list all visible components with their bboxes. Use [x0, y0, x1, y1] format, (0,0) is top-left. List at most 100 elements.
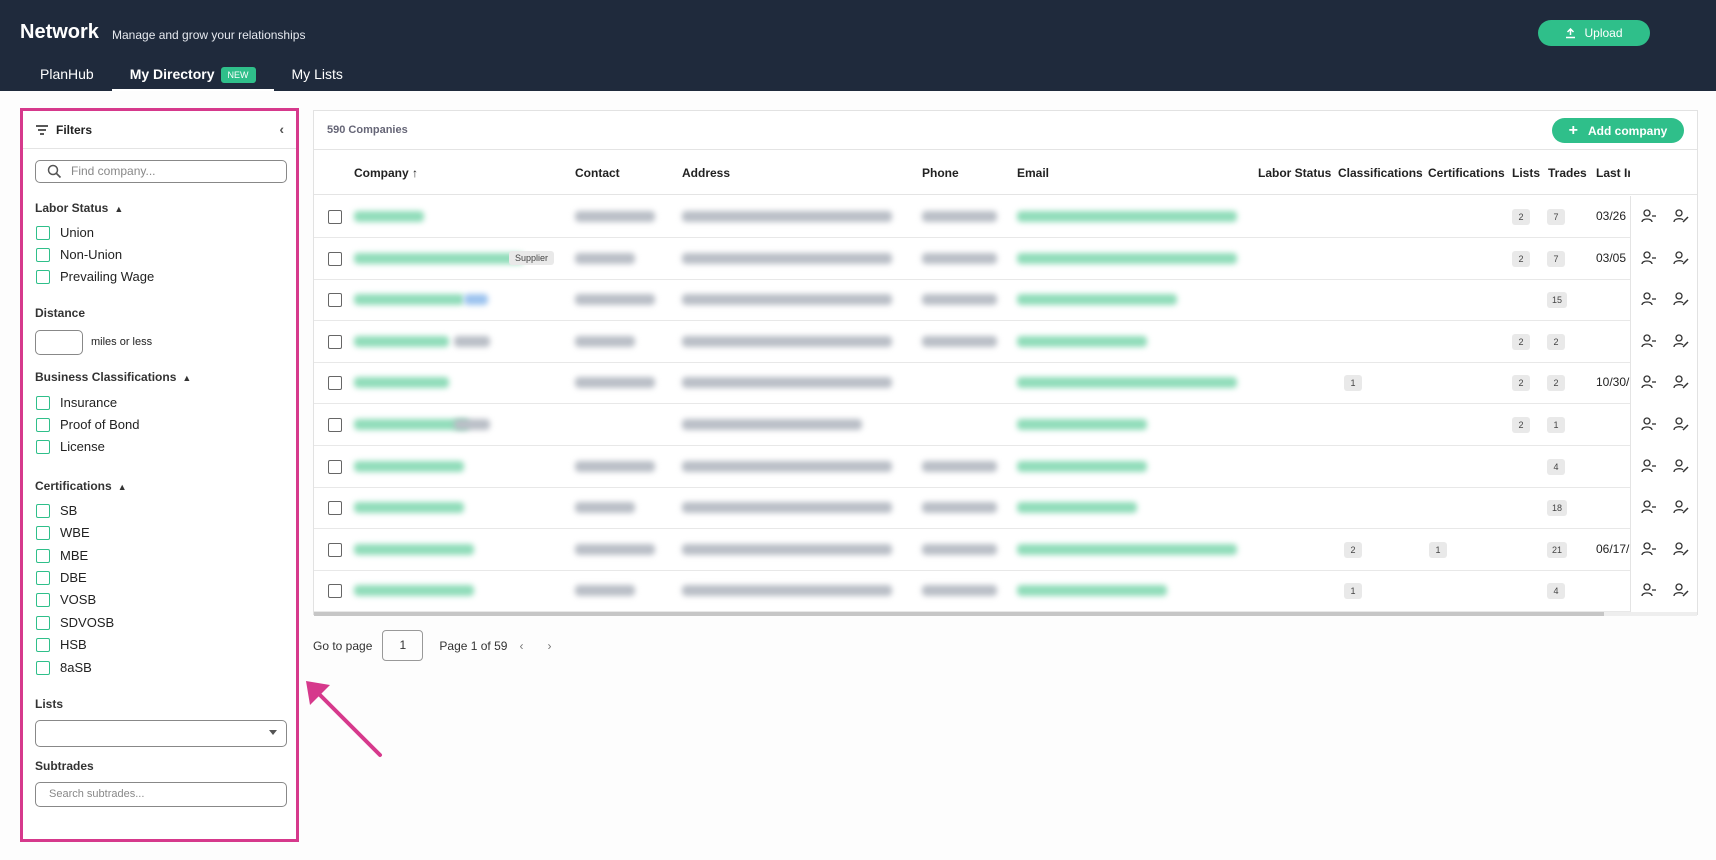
row-checkbox[interactable] [328, 334, 342, 349]
email-blurred[interactable] [1017, 460, 1147, 472]
col-trades[interactable]: Trades [1548, 166, 1587, 180]
company-name-blurred[interactable] [354, 460, 464, 472]
business-classifications-label[interactable]: Business Classifications ▲ [35, 370, 191, 384]
row-checkbox[interactable] [328, 210, 342, 224]
prevailing-wage-checkbox[interactable]: Prevailing Wage [36, 269, 154, 284]
distance-input[interactable] [35, 330, 83, 355]
table-row[interactable]: 14 [314, 570, 1697, 613]
union-checkbox[interactable]: Union [36, 225, 94, 240]
8asb-checkbox[interactable]: 8aSB [36, 660, 92, 675]
edit-contact-icon[interactable] [1673, 334, 1689, 348]
email-blurred[interactable] [1017, 252, 1237, 264]
email-blurred[interactable] [1017, 543, 1237, 555]
upload-button[interactable]: Upload [1538, 20, 1650, 46]
table-row[interactable]: 1 2 2 10/30/ [314, 362, 1697, 405]
find-company-input[interactable]: Find company... [35, 160, 287, 183]
col-company[interactable]: Company ↑ [354, 166, 418, 180]
checkbox-box[interactable] [36, 660, 50, 675]
checkbox-box[interactable] [36, 395, 50, 410]
checkbox-box[interactable] [36, 525, 50, 540]
email-blurred[interactable] [1017, 502, 1137, 514]
company-name-blurred[interactable] [354, 335, 449, 347]
checkbox-box[interactable] [36, 417, 50, 432]
remove-contact-icon[interactable] [1641, 583, 1657, 597]
remove-contact-icon[interactable] [1641, 334, 1657, 348]
checkbox-box[interactable] [36, 269, 50, 284]
scrollbar-thumb[interactable] [314, 612, 1604, 616]
table-row[interactable]: 15 [314, 279, 1697, 322]
page-number-input[interactable]: 1 [382, 630, 424, 661]
next-page-icon[interactable]: › [547, 639, 551, 653]
company-name-blurred[interactable] [354, 585, 474, 597]
email-blurred[interactable] [1017, 377, 1237, 389]
sdvosb-checkbox[interactable]: SDVOSB [36, 615, 114, 630]
row-checkbox[interactable] [328, 542, 342, 557]
subtrades-search-input[interactable]: Search subtrades... [35, 782, 287, 807]
remove-contact-icon[interactable] [1641, 500, 1657, 514]
row-checkbox[interactable] [328, 376, 342, 391]
row-checkbox[interactable] [328, 501, 342, 516]
company-name-blurred[interactable] [354, 419, 469, 430]
company-name-blurred[interactable] [354, 211, 424, 222]
col-email[interactable]: Email [1017, 166, 1049, 180]
add-company-button[interactable]: + Add company [1552, 118, 1684, 143]
checkbox-box[interactable] [36, 570, 50, 585]
edit-contact-icon[interactable] [1673, 375, 1689, 389]
row-checkbox[interactable] [328, 251, 342, 266]
mbe-checkbox[interactable]: MBE [36, 548, 88, 563]
sb-checkbox[interactable]: SB [36, 503, 77, 518]
edit-contact-icon[interactable] [1673, 583, 1689, 597]
col-last-interaction[interactable]: Last In [1596, 166, 1630, 180]
row-checkbox[interactable] [328, 293, 342, 308]
email-blurred[interactable] [1017, 211, 1237, 222]
edit-contact-icon[interactable] [1673, 417, 1689, 431]
company-name-blurred[interactable] [354, 502, 464, 514]
col-labor-status[interactable]: Labor Status [1258, 166, 1331, 180]
tab-planhub[interactable]: PlanHub [22, 62, 112, 91]
checkbox-box[interactable] [36, 247, 50, 262]
license-checkbox[interactable]: License [36, 439, 105, 454]
checkbox-box[interactable] [36, 503, 50, 518]
remove-contact-icon[interactable] [1641, 292, 1657, 306]
remove-contact-icon[interactable] [1641, 250, 1657, 265]
row-checkbox[interactable] [328, 418, 342, 432]
checkbox-box[interactable] [36, 592, 50, 607]
col-lists[interactable]: Lists [1512, 166, 1540, 180]
certifications-label[interactable]: Certifications ▲ [35, 479, 127, 493]
company-name-blurred[interactable] [354, 294, 464, 306]
checkbox-box[interactable] [36, 637, 50, 652]
row-checkbox[interactable] [328, 459, 342, 474]
dbe-checkbox[interactable]: DBE [36, 570, 87, 585]
row-checkbox[interactable] [328, 584, 342, 599]
company-name-blurred[interactable] [354, 543, 474, 555]
table-row[interactable]: 18 [314, 487, 1697, 530]
col-phone[interactable]: Phone [922, 166, 959, 180]
table-row[interactable]: 4 [314, 445, 1697, 488]
tab-my-directory[interactable]: My Directory NEW [111, 62, 274, 91]
checkbox-box[interactable] [36, 548, 50, 563]
edit-contact-icon[interactable] [1673, 250, 1689, 265]
email-blurred[interactable] [1017, 585, 1167, 597]
remove-contact-icon[interactable] [1641, 458, 1657, 473]
checkbox-box[interactable] [36, 439, 50, 454]
remove-contact-icon[interactable] [1641, 209, 1657, 223]
edit-contact-icon[interactable] [1673, 500, 1689, 514]
edit-contact-icon[interactable] [1673, 542, 1689, 556]
table-row[interactable]: Supplier 2 7 03/05 [314, 237, 1697, 280]
edit-contact-icon[interactable] [1673, 292, 1689, 306]
horizontal-scrollbar[interactable] [314, 612, 1697, 616]
company-name-blurred[interactable] [354, 377, 449, 389]
remove-contact-icon[interactable] [1641, 417, 1657, 431]
table-row[interactable]: 21 [314, 404, 1697, 446]
checkbox-box[interactable] [36, 615, 50, 630]
lists-select[interactable] [35, 720, 287, 747]
table-row[interactable]: 22 [314, 320, 1697, 363]
col-certifications[interactable]: Certifications [1428, 166, 1505, 180]
tab-my-lists[interactable]: My Lists [274, 62, 361, 91]
edit-contact-icon[interactable] [1673, 209, 1689, 223]
proof-of-bond-checkbox[interactable]: Proof of Bond [36, 417, 140, 432]
company-name-blurred[interactable] [354, 252, 524, 264]
email-blurred[interactable] [1017, 335, 1147, 347]
email-blurred[interactable] [1017, 294, 1177, 306]
checkbox-box[interactable] [36, 225, 50, 240]
